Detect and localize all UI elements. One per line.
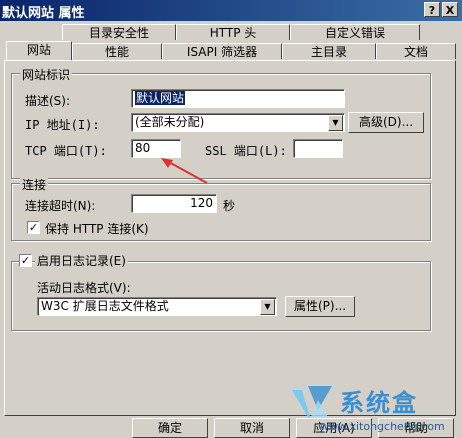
tab-home-directory[interactable]: 主目录 — [282, 43, 376, 59]
tab-directory-security[interactable]: 目录安全性 — [62, 24, 176, 40]
tab-http-headers[interactable]: HTTP 头 — [176, 24, 290, 40]
advanced-button[interactable]: 高级(D)... — [348, 112, 424, 133]
close-title-button[interactable]: X — [442, 2, 458, 17]
log-properties-button[interactable]: 属性(P)... — [285, 296, 355, 317]
site-identification-legend: 网站标识 — [20, 66, 73, 83]
tab-website[interactable]: 网站 — [6, 41, 72, 60]
enable-logging-checkbox[interactable]: ✓ — [19, 254, 32, 267]
log-format-label: 活动日志格式(V): — [37, 281, 131, 295]
ssl-port-label: SSL 端口(L): — [205, 144, 287, 158]
enable-logging-label: 启用日志记录(E) — [35, 252, 128, 269]
tab-custom-errors[interactable]: 自定义错误 — [290, 24, 420, 40]
timeout-field[interactable]: 120 — [131, 194, 217, 213]
checkmark-icon: ✓ — [28, 221, 39, 234]
checkmark-icon: ✓ — [20, 254, 31, 267]
description-label: 描述(S): — [25, 94, 71, 108]
title-bar: 默认网站 属性 ? X — [0, 0, 462, 21]
ip-address-label: IP 地址(I): — [25, 118, 100, 132]
log-format-select[interactable]: W3C 扩展日志文件格式 ▼ — [37, 297, 277, 316]
website-tab-panel: 网站标识 描述(S): 默认网站 IP 地址(I): (全部未分配) ▼ 高级(… — [4, 60, 456, 416]
log-format-value: W3C 扩展日志文件格式 — [41, 299, 169, 313]
chevron-down-icon[interactable]: ▼ — [260, 299, 275, 315]
ok-button[interactable]: 确定 — [132, 418, 208, 438]
window-title: 默认网站 属性 — [2, 6, 85, 21]
chevron-down-icon[interactable]: ▼ — [328, 115, 343, 131]
cancel-button[interactable]: 取消 — [214, 418, 290, 438]
timeout-unit: 秒 — [223, 199, 236, 213]
tab-isapi-filters[interactable]: ISAPI 筛选器 — [162, 43, 282, 59]
keepalive-checkbox[interactable]: ✓ — [27, 221, 40, 234]
timeout-label: 连接超时(N): — [25, 199, 96, 213]
connections-legend: 连接 — [20, 176, 49, 193]
tcp-port-label: TCP 端口(T): — [25, 144, 107, 158]
description-field[interactable]: 默认网站 — [131, 89, 345, 108]
watermark-text: 系统盒 — [340, 389, 418, 417]
watermark-url: www.xitongcheng.com — [320, 420, 445, 433]
ip-address-value: (全部未分配) — [135, 115, 205, 129]
help-title-button[interactable]: ? — [424, 2, 440, 17]
ip-address-select[interactable]: (全部未分配) ▼ — [131, 113, 345, 132]
keepalive-label: 保持 HTTP 连接(K) — [45, 222, 149, 236]
tab-performance[interactable]: 性能 — [72, 43, 162, 59]
tab-documents[interactable]: 文档 — [376, 43, 456, 59]
ssl-port-field[interactable] — [293, 139, 343, 158]
logging-group — [11, 261, 431, 331]
description-value: 默认网站 — [135, 91, 186, 105]
